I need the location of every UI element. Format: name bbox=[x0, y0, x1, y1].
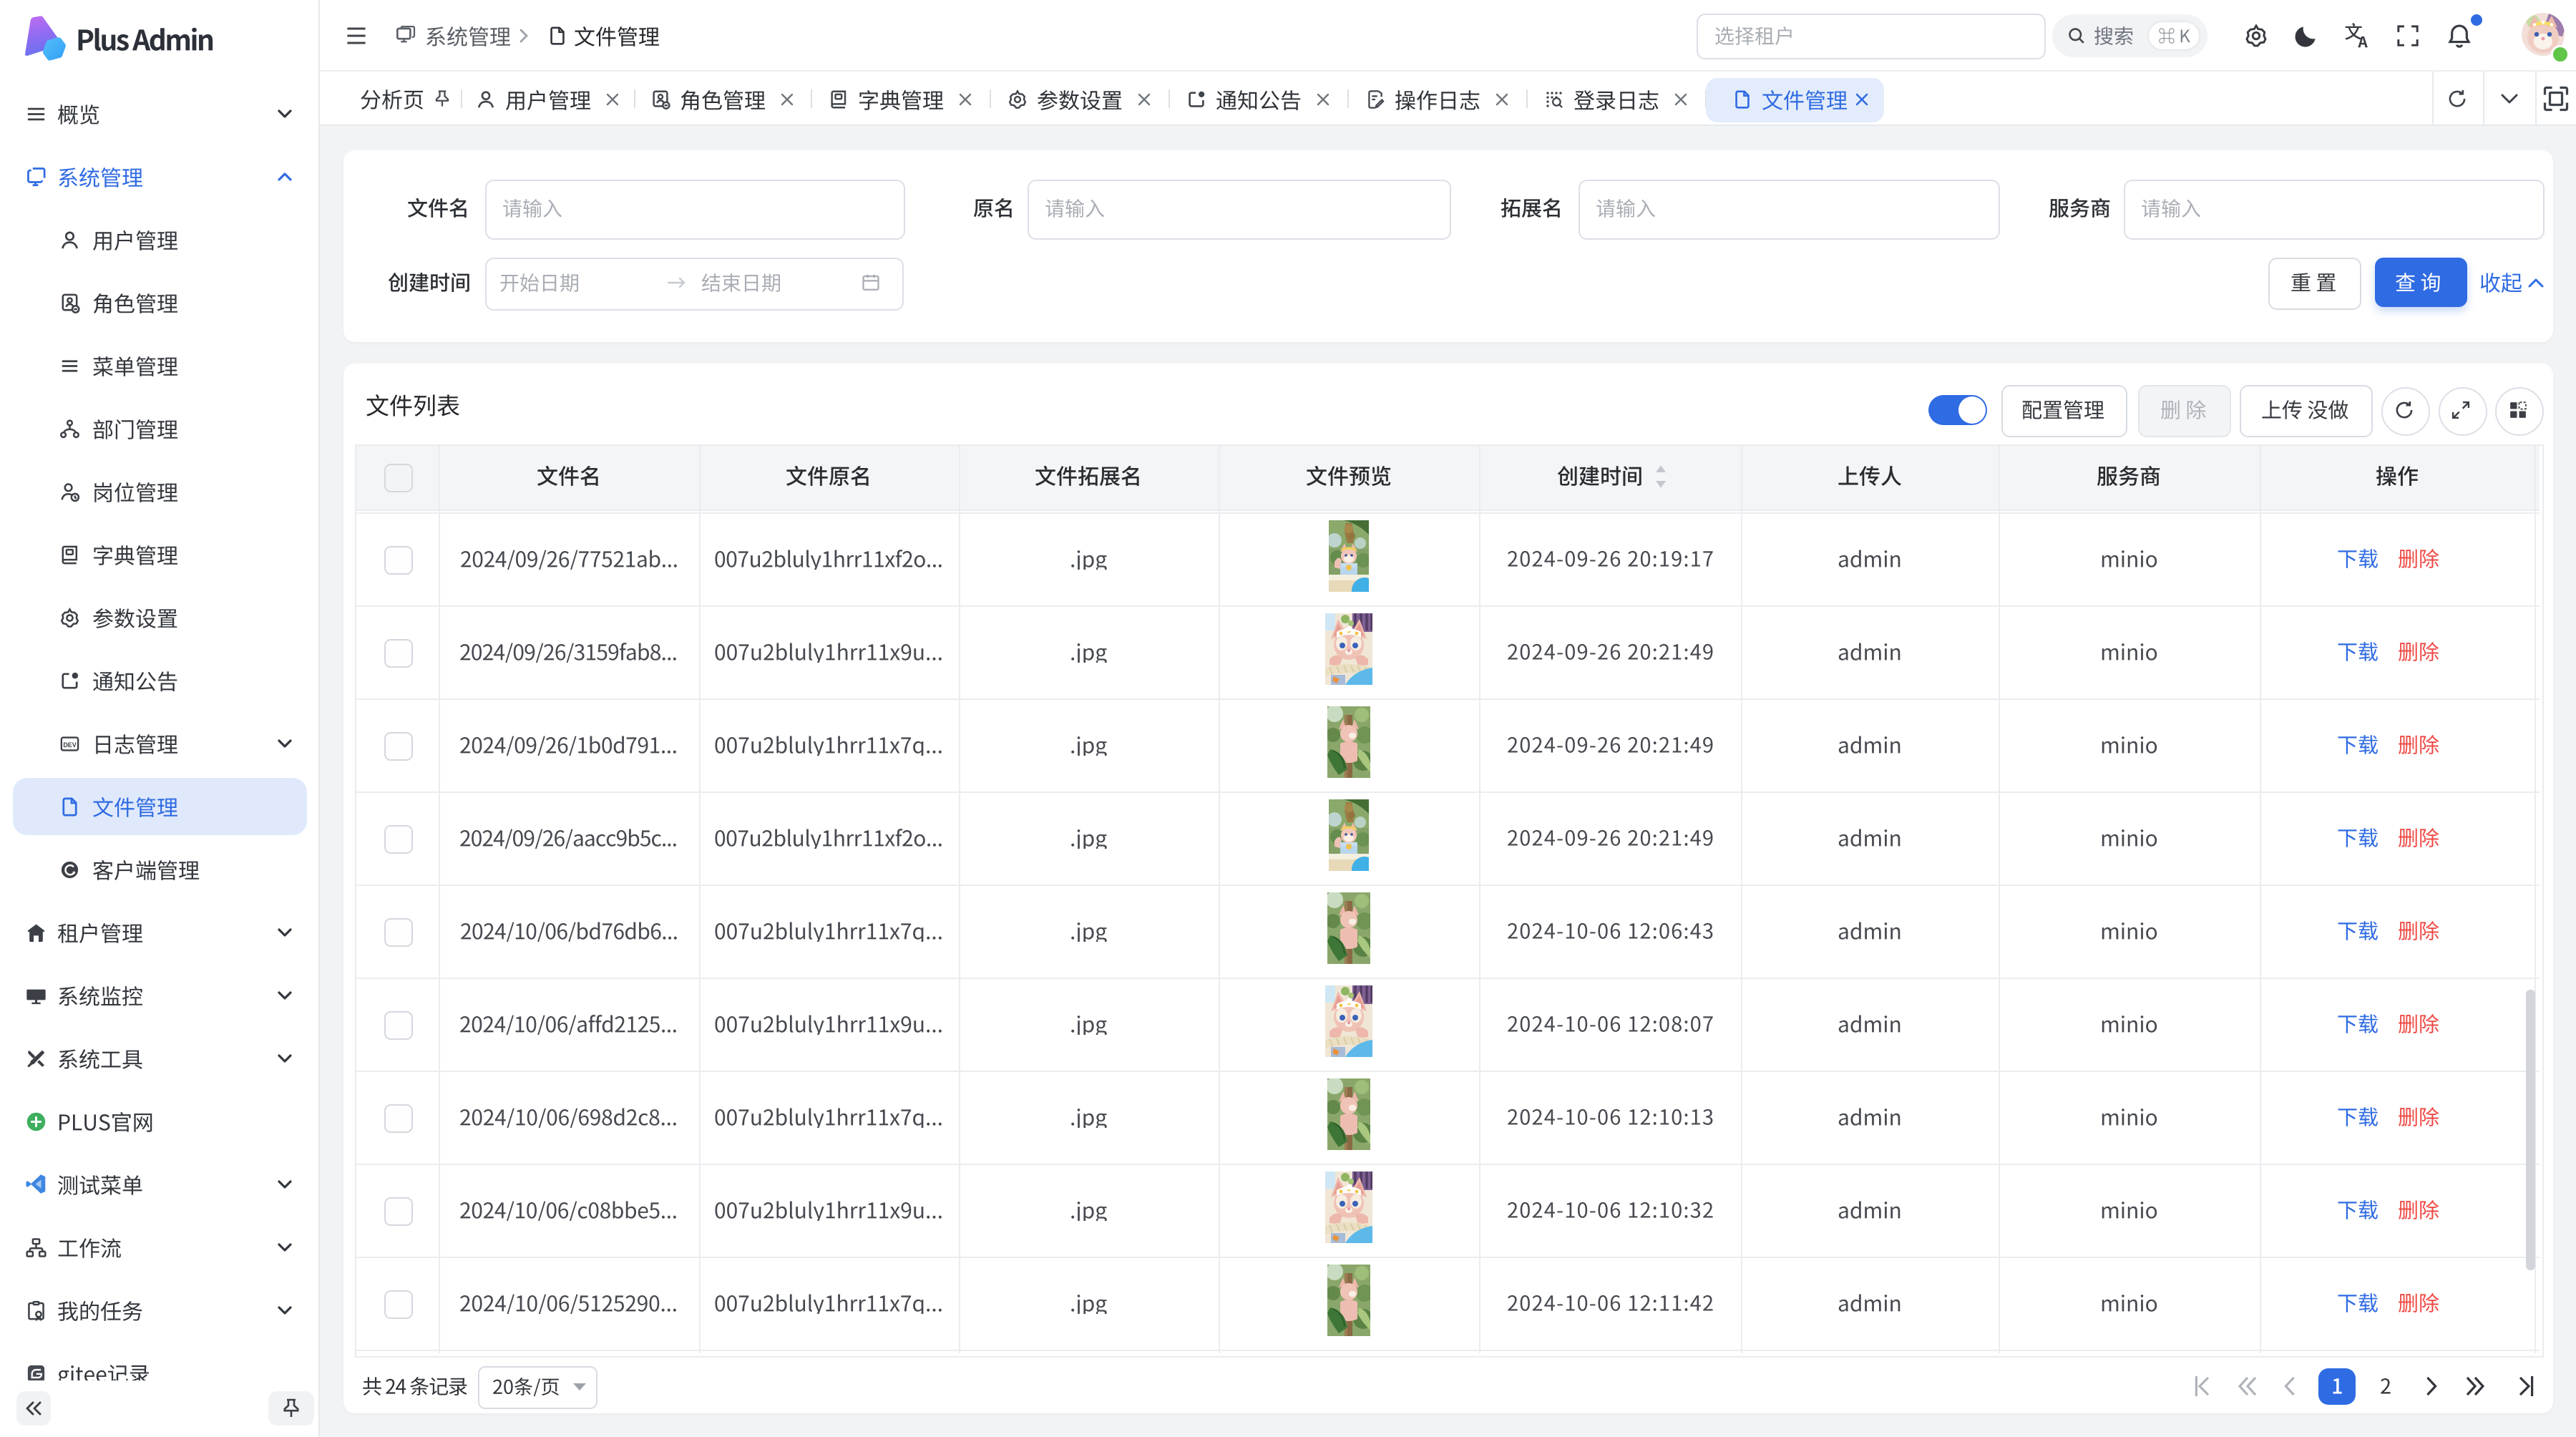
svg-text:DEV: DEV bbox=[63, 741, 76, 749]
